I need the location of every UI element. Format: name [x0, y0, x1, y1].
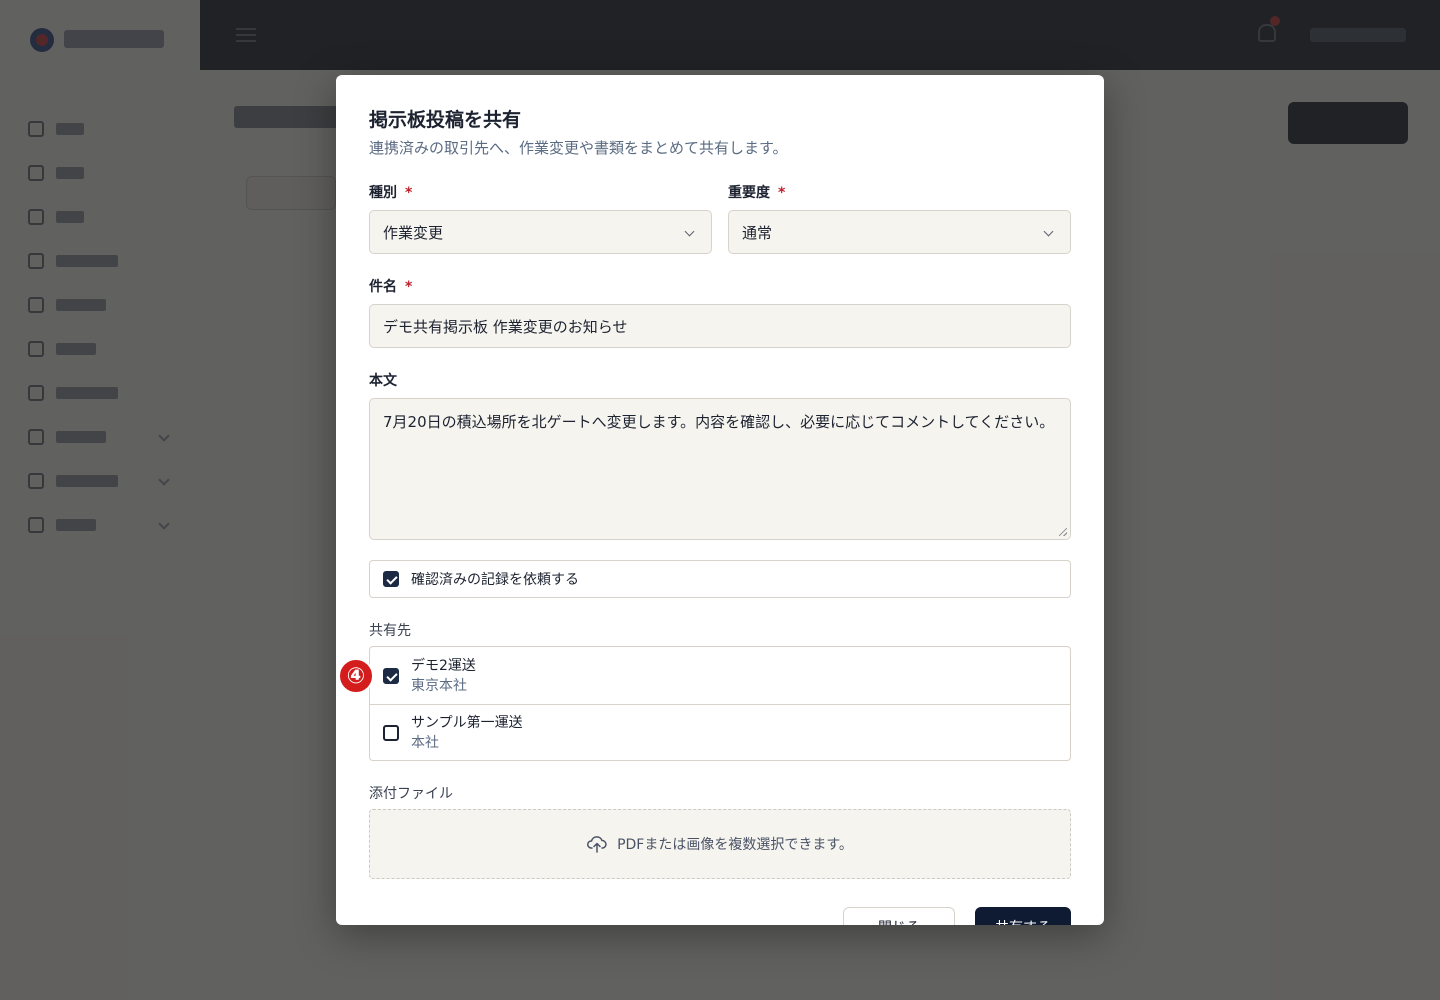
chevron-down-icon — [1043, 226, 1054, 237]
upload-hint: PDFまたは画像を複数選択できます。 — [617, 837, 853, 853]
file-upload-dropzone[interactable]: PDFまたは画像を複数選択できます。 — [369, 809, 1071, 879]
body-textarea[interactable]: 7月20日の積込場所を北ゲートへ変更します。内容を確認し、必要に応じてコメントし… — [369, 398, 1071, 540]
share-targets-label: 共有先 — [369, 623, 411, 639]
share-target-branch: 本社 — [411, 735, 439, 751]
share-targets-list: デモ2運送 東京本社 サンプル第一運送 本社 — [369, 646, 1071, 761]
type-label-text: 種別 — [369, 185, 397, 201]
modal-title: 掲示板投稿を共有 — [369, 109, 522, 131]
cloud-upload-icon — [587, 836, 607, 853]
type-label: 種別 * — [369, 182, 412, 202]
priority-label: 重要度 * — [728, 182, 785, 202]
resize-handle-icon[interactable] — [1059, 528, 1067, 536]
share-target-branch: 東京本社 — [411, 677, 467, 694]
type-select-value: 作業変更 — [383, 223, 444, 242]
share-target-name: デモ2運送 — [411, 657, 476, 674]
attachment-label: 添付ファイル — [369, 786, 453, 802]
share-target-checkbox[interactable] — [383, 667, 399, 684]
share-target-item[interactable]: サンプル第一運送 本社 — [370, 704, 1070, 761]
body-textarea-value: 7月20日の積込場所を北ゲートへ変更します。内容を確認し、必要に応じてコメントし… — [383, 413, 1055, 431]
subject-input-value: デモ共有掲示板 作業変更のお知らせ — [383, 317, 628, 336]
type-select[interactable]: 作業変更 — [369, 210, 712, 254]
subject-label-text: 件名 — [369, 279, 397, 295]
confirm-record-label: 確認済みの記録を依頼する — [411, 572, 579, 588]
confirm-record-checkbox[interactable] — [383, 571, 399, 587]
priority-select[interactable]: 通常 — [728, 210, 1071, 254]
share-target-name: サンプル第一運送 — [411, 715, 523, 731]
required-mark: * — [405, 279, 413, 295]
share-post-modal: 掲示板投稿を共有 連携済みの取引先へ、作業変更や書類をまとめて共有します。 種別… — [336, 75, 1104, 925]
close-button[interactable]: 閉じる — [843, 907, 955, 925]
subject-label: 件名 * — [369, 276, 412, 296]
share-target-checkbox[interactable] — [383, 725, 399, 741]
subject-input[interactable]: デモ共有掲示板 作業変更のお知らせ — [369, 304, 1071, 348]
required-mark: * — [405, 185, 413, 201]
required-mark: * — [778, 185, 786, 201]
share-submit-button[interactable]: 共有する — [975, 907, 1071, 925]
body-label: 本文 — [369, 373, 397, 389]
share-target-item[interactable]: デモ2運送 東京本社 — [370, 647, 1070, 704]
priority-select-value: 通常 — [742, 223, 773, 242]
priority-label-text: 重要度 — [728, 185, 770, 201]
confirm-record-option[interactable]: 確認済みの記録を依頼する — [369, 560, 1071, 598]
modal-subtitle: 連携済みの取引先へ、作業変更や書類をまとめて共有します。 — [369, 139, 788, 157]
chevron-down-icon — [684, 226, 695, 237]
step-annotation-badge: ④ — [338, 658, 374, 694]
